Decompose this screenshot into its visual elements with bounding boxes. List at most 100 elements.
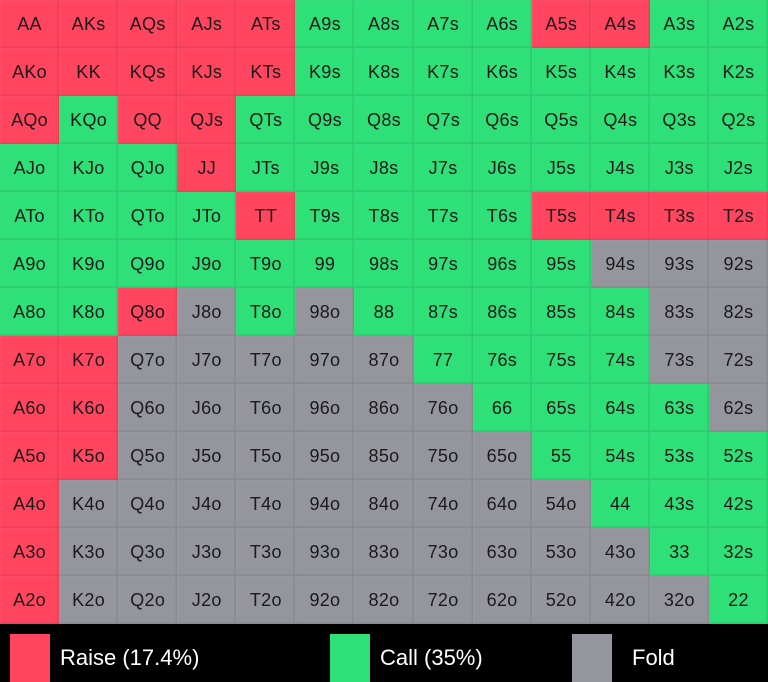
- hand-cell-62o[interactable]: 62o: [472, 576, 532, 624]
- hand-cell-42s[interactable]: 42s: [708, 480, 768, 528]
- hand-cell-K3o[interactable]: K3o: [59, 528, 119, 576]
- hand-cell-94o[interactable]: 94o: [295, 480, 355, 528]
- hand-cell-33[interactable]: 33: [649, 528, 709, 576]
- hand-cell-K4s[interactable]: K4s: [590, 48, 650, 96]
- hand-cell-J9o[interactable]: J9o: [177, 240, 237, 288]
- hand-cell-A9s[interactable]: A9s: [295, 0, 355, 48]
- hand-cell-J5s[interactable]: J5s: [531, 144, 591, 192]
- hand-cell-42o[interactable]: 42o: [590, 576, 650, 624]
- hand-cell-72s[interactable]: 72s: [708, 336, 768, 384]
- hand-cell-85s[interactable]: 85s: [531, 288, 591, 336]
- hand-cell-Q9s[interactable]: Q9s: [295, 96, 355, 144]
- hand-cell-A7o[interactable]: A7o: [0, 336, 60, 384]
- hand-cell-54o[interactable]: 54o: [531, 480, 591, 528]
- hand-cell-86s[interactable]: 86s: [472, 288, 532, 336]
- hand-cell-QTo[interactable]: QTo: [118, 192, 178, 240]
- hand-cell-K2s[interactable]: K2s: [708, 48, 768, 96]
- hand-cell-A6s[interactable]: A6s: [472, 0, 532, 48]
- hand-cell-22[interactable]: 22: [708, 576, 768, 624]
- hand-cell-QTs[interactable]: QTs: [236, 96, 296, 144]
- hand-cell-53s[interactable]: 53s: [649, 432, 709, 480]
- hand-cell-T4s[interactable]: T4s: [590, 192, 650, 240]
- hand-cell-Q2s[interactable]: Q2s: [708, 96, 768, 144]
- hand-cell-53o[interactable]: 53o: [531, 528, 591, 576]
- hand-cell-63s[interactable]: 63s: [649, 384, 709, 432]
- hand-cell-K7o[interactable]: K7o: [59, 336, 119, 384]
- hand-cell-32o[interactable]: 32o: [649, 576, 709, 624]
- hand-cell-82s[interactable]: 82s: [708, 288, 768, 336]
- hand-cell-74s[interactable]: 74s: [590, 336, 650, 384]
- hand-cell-73o[interactable]: 73o: [413, 528, 473, 576]
- hand-cell-66[interactable]: 66: [472, 384, 532, 432]
- hand-cell-A8s[interactable]: A8s: [354, 0, 414, 48]
- hand-cell-82o[interactable]: 82o: [354, 576, 414, 624]
- hand-cell-AJs[interactable]: AJs: [177, 0, 237, 48]
- hand-cell-T7s[interactable]: T7s: [413, 192, 473, 240]
- hand-cell-T7o[interactable]: T7o: [236, 336, 296, 384]
- hand-cell-K7s[interactable]: K7s: [413, 48, 473, 96]
- hand-cell-J6o[interactable]: J6o: [177, 384, 237, 432]
- hand-cell-T3o[interactable]: T3o: [236, 528, 296, 576]
- hand-cell-64s[interactable]: 64s: [590, 384, 650, 432]
- hand-cell-J4o[interactable]: J4o: [177, 480, 237, 528]
- hand-cell-QJs[interactable]: QJs: [177, 96, 237, 144]
- hand-cell-J8o[interactable]: J8o: [177, 288, 237, 336]
- hand-cell-A4s[interactable]: A4s: [590, 0, 650, 48]
- hand-cell-KQo[interactable]: KQo: [59, 96, 119, 144]
- hand-cell-T4o[interactable]: T4o: [236, 480, 296, 528]
- hand-cell-92o[interactable]: 92o: [295, 576, 355, 624]
- hand-cell-83o[interactable]: 83o: [354, 528, 414, 576]
- hand-cell-KTo[interactable]: KTo: [59, 192, 119, 240]
- hand-cell-99[interactable]: 99: [295, 240, 355, 288]
- hand-cell-T8o[interactable]: T8o: [236, 288, 296, 336]
- hand-cell-43o[interactable]: 43o: [590, 528, 650, 576]
- hand-cell-J8s[interactable]: J8s: [354, 144, 414, 192]
- hand-cell-92s[interactable]: 92s: [708, 240, 768, 288]
- hand-cell-52s[interactable]: 52s: [708, 432, 768, 480]
- hand-cell-T6o[interactable]: T6o: [236, 384, 296, 432]
- hand-cell-52o[interactable]: 52o: [531, 576, 591, 624]
- hand-cell-Q8s[interactable]: Q8s: [354, 96, 414, 144]
- hand-cell-55[interactable]: 55: [531, 432, 591, 480]
- hand-cell-84s[interactable]: 84s: [590, 288, 650, 336]
- hand-cell-73s[interactable]: 73s: [649, 336, 709, 384]
- hand-cell-T5o[interactable]: T5o: [236, 432, 296, 480]
- hand-cell-KK[interactable]: KK: [59, 48, 119, 96]
- hand-cell-A8o[interactable]: A8o: [0, 288, 60, 336]
- hand-cell-98o[interactable]: 98o: [295, 288, 355, 336]
- hand-cell-63o[interactable]: 63o: [472, 528, 532, 576]
- hand-cell-KTs[interactable]: KTs: [236, 48, 296, 96]
- hand-cell-74o[interactable]: 74o: [413, 480, 473, 528]
- hand-cell-95o[interactable]: 95o: [295, 432, 355, 480]
- hand-cell-A6o[interactable]: A6o: [0, 384, 60, 432]
- hand-cell-T9s[interactable]: T9s: [295, 192, 355, 240]
- hand-cell-A4o[interactable]: A4o: [0, 480, 60, 528]
- hand-cell-JTs[interactable]: JTs: [236, 144, 296, 192]
- hand-cell-54s[interactable]: 54s: [590, 432, 650, 480]
- hand-cell-J9s[interactable]: J9s: [295, 144, 355, 192]
- hand-cell-43s[interactable]: 43s: [649, 480, 709, 528]
- hand-cell-ATs[interactable]: ATs: [236, 0, 296, 48]
- hand-cell-AJo[interactable]: AJo: [0, 144, 60, 192]
- hand-cell-65s[interactable]: 65s: [531, 384, 591, 432]
- hand-cell-A5s[interactable]: A5s: [531, 0, 591, 48]
- hand-cell-QQ[interactable]: QQ: [118, 96, 178, 144]
- hand-cell-K4o[interactable]: K4o: [59, 480, 119, 528]
- hand-cell-Q6s[interactable]: Q6s: [472, 96, 532, 144]
- hand-cell-K6o[interactable]: K6o: [59, 384, 119, 432]
- hand-cell-AKo[interactable]: AKo: [0, 48, 60, 96]
- hand-cell-TT[interactable]: TT: [236, 192, 296, 240]
- hand-cell-96s[interactable]: 96s: [472, 240, 532, 288]
- hand-cell-76o[interactable]: 76o: [413, 384, 473, 432]
- hand-cell-32s[interactable]: 32s: [708, 528, 768, 576]
- hand-cell-97s[interactable]: 97s: [413, 240, 473, 288]
- hand-cell-K8o[interactable]: K8o: [59, 288, 119, 336]
- hand-cell-76s[interactable]: 76s: [472, 336, 532, 384]
- hand-cell-T9o[interactable]: T9o: [236, 240, 296, 288]
- hand-cell-J4s[interactable]: J4s: [590, 144, 650, 192]
- hand-cell-Q9o[interactable]: Q9o: [118, 240, 178, 288]
- hand-cell-86o[interactable]: 86o: [354, 384, 414, 432]
- hand-cell-87o[interactable]: 87o: [354, 336, 414, 384]
- hand-cell-QJo[interactable]: QJo: [118, 144, 178, 192]
- hand-cell-K8s[interactable]: K8s: [354, 48, 414, 96]
